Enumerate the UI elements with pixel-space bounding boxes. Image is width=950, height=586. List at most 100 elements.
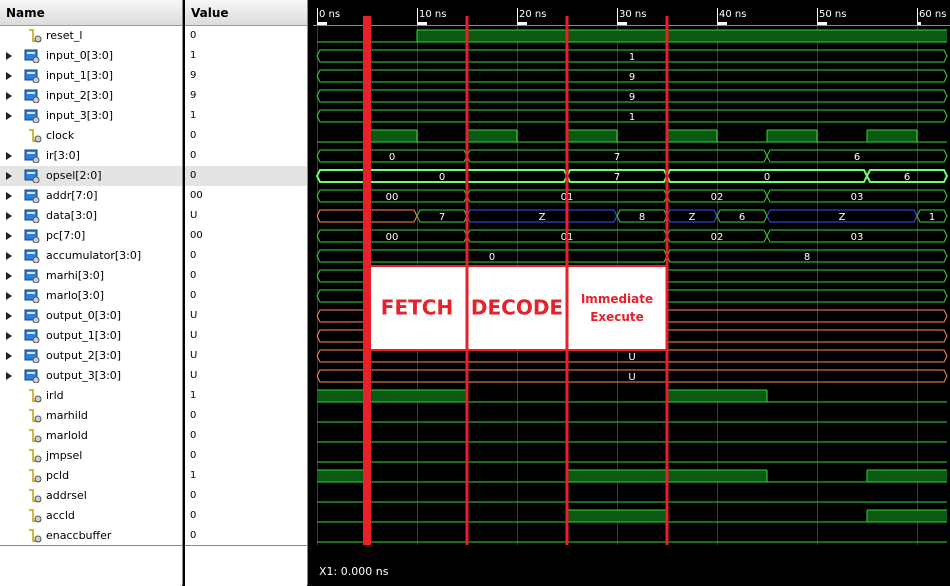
signal-row[interactable]: accld — [0, 506, 182, 526]
panel-footer — [185, 545, 307, 586]
bus-value-label: 9 — [629, 72, 635, 83]
bus-value-label: 6 — [904, 172, 910, 183]
bit-high-segment — [567, 510, 667, 522]
ruler-tick-label: 20 ns — [519, 9, 546, 20]
signal-name: marhild — [46, 409, 88, 422]
signal-name-panel: Name reset_l input_0[3:0] input_1[3:0] inpu… — [0, 0, 183, 586]
bit-signal-icon — [29, 489, 42, 503]
bus-value-label: 00 — [386, 232, 399, 243]
expand-arrow-icon[interactable] — [6, 332, 12, 340]
bus-value-label: Z — [839, 212, 846, 223]
signal-row[interactable]: input_3[3:0] — [0, 106, 182, 126]
waveform-canvas[interactable]: 0 ns 10 ns 20 ns 30 ns 40 ns 50 ns 60 ns 1 9 9 1 0 7… — [313, 0, 950, 545]
signal-row[interactable]: addr[7:0] — [0, 186, 182, 206]
signal-row[interactable]: output_0[3:0] — [0, 306, 182, 326]
signal-row[interactable]: input_0[3:0] — [0, 46, 182, 66]
expand-arrow-icon[interactable] — [6, 92, 12, 100]
signal-name: pc[7:0] — [46, 229, 86, 242]
signal-row[interactable]: accumulator[3:0] — [0, 246, 182, 266]
phase-label: FETCH — [381, 296, 453, 320]
value-column-header[interactable]: Value — [185, 0, 307, 26]
signal-value: 0 — [190, 250, 197, 261]
signal-row[interactable]: marlold — [0, 426, 182, 446]
signal-row[interactable]: marhi[3:0] — [0, 266, 182, 286]
expand-arrow-icon[interactable] — [6, 292, 12, 300]
signal-row[interactable]: pcld — [0, 466, 182, 486]
bit-high-segment — [867, 130, 917, 142]
bus-value-label: 03 — [851, 192, 864, 203]
signal-name: marlold — [46, 429, 88, 442]
bus-value-label: 7 — [614, 172, 620, 183]
signal-name: marlo[3:0] — [46, 289, 105, 302]
signal-row[interactable]: addrsel — [0, 486, 182, 506]
signal-row[interactable]: opsel[2:0] — [0, 166, 182, 186]
ruler-tick-label: 10 ns — [419, 9, 446, 20]
signal-row[interactable]: ir[3:0] — [0, 146, 182, 166]
signal-name: enaccbuffer — [46, 529, 112, 542]
signal-name: jmpsel — [46, 449, 83, 462]
signal-row[interactable]: output_1[3:0] — [0, 326, 182, 346]
signal-row[interactable]: input_1[3:0] — [0, 66, 182, 86]
signal-name: opsel[2:0] — [46, 169, 102, 182]
bus-signal-icon — [24, 169, 40, 183]
signal-value: U — [190, 310, 198, 321]
signal-row[interactable]: clock — [0, 126, 182, 146]
bit-high-segment — [467, 130, 517, 142]
signal-value: 0 — [190, 430, 197, 441]
signal-name: addrsel — [46, 489, 87, 502]
bit-signal-icon — [29, 29, 42, 43]
expand-arrow-icon[interactable] — [6, 352, 12, 360]
phase-label: Immediate — [581, 292, 653, 306]
signal-value: 0 — [190, 410, 197, 421]
signal-row[interactable]: reset_l — [0, 26, 182, 46]
bit-high-segment — [317, 390, 467, 402]
bus-signal-icon — [24, 309, 40, 323]
signal-value: 1 — [190, 390, 197, 401]
signal-row[interactable]: irld — [0, 386, 182, 406]
expand-arrow-icon[interactable] — [6, 272, 12, 280]
signal-row[interactable]: data[3:0] — [0, 206, 182, 226]
signal-row[interactable]: marhild — [0, 406, 182, 426]
signal-value: 0 — [190, 490, 197, 501]
expand-arrow-icon[interactable] — [6, 372, 12, 380]
bit-signal-icon — [29, 409, 42, 423]
bit-high-segment — [867, 510, 947, 522]
expand-arrow-icon[interactable] — [6, 72, 12, 80]
expand-arrow-icon[interactable] — [6, 312, 12, 320]
signal-row[interactable]: marlo[3:0] — [0, 286, 182, 306]
bus-value-label: 1 — [929, 212, 935, 223]
signal-value: 00 — [190, 230, 203, 241]
signal-name: output_3[3:0] — [46, 369, 122, 382]
expand-arrow-icon[interactable] — [6, 192, 12, 200]
bus-signal-icon — [24, 369, 40, 383]
expand-arrow-icon[interactable] — [6, 152, 12, 160]
signal-row[interactable]: pc[7:0] — [0, 226, 182, 246]
expand-arrow-icon[interactable] — [6, 232, 12, 240]
bus-value-label: 6 — [854, 152, 860, 163]
bit-high-segment — [417, 30, 947, 42]
signal-row[interactable]: output_3[3:0] — [0, 366, 182, 386]
bit-signal-icon — [29, 509, 42, 523]
bus-value-label: 9 — [629, 92, 635, 103]
expand-arrow-icon[interactable] — [6, 172, 12, 180]
signal-row[interactable]: input_2[3:0] — [0, 86, 182, 106]
bus-value-label: Z — [539, 212, 546, 223]
name-column-header[interactable]: Name — [0, 0, 182, 26]
signal-row[interactable]: enaccbuffer — [0, 526, 182, 546]
bit-high-segment — [867, 470, 947, 482]
expand-arrow-icon[interactable] — [6, 212, 12, 220]
signal-name: ir[3:0] — [46, 149, 80, 162]
expand-arrow-icon[interactable] — [6, 52, 12, 60]
signal-value: U — [190, 210, 198, 221]
signal-name: pcld — [46, 469, 70, 482]
signal-name: input_3[3:0] — [46, 109, 114, 122]
signal-value: 0 — [190, 30, 197, 41]
signal-name: data[3:0] — [46, 209, 98, 222]
expand-arrow-icon[interactable] — [6, 252, 12, 260]
signal-row[interactable]: jmpsel — [0, 446, 182, 466]
ruler-tick-label: 0 ns — [319, 9, 340, 20]
signal-value: U — [190, 350, 198, 361]
signal-row[interactable]: output_2[3:0] — [0, 346, 182, 366]
expand-arrow-icon[interactable] — [6, 112, 12, 120]
signal-name: accumulator[3:0] — [46, 249, 142, 262]
